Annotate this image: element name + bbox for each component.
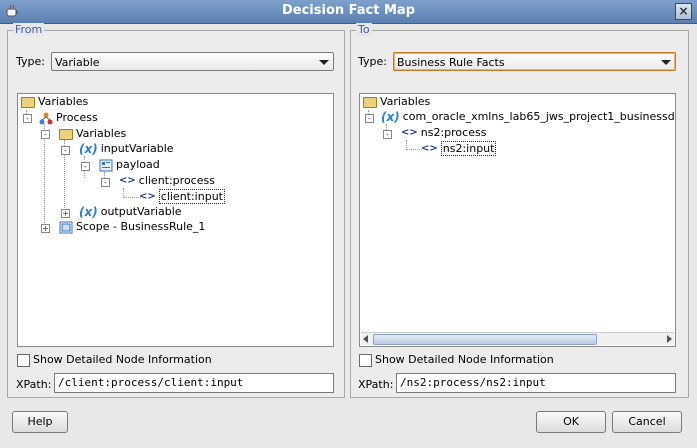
tree-node-process[interactable]: Process: [39, 111, 98, 125]
checkbox-box[interactable]: [359, 353, 372, 367]
to-show-detail-checkbox[interactable]: Show Detailed Node Information: [359, 353, 554, 367]
tree-node-client-input[interactable]: <> client:input: [139, 189, 225, 204]
tree-node-client-process[interactable]: <> client:process: [119, 174, 215, 188]
variable-icon: (x): [381, 110, 400, 124]
process-icon: [39, 112, 53, 124]
collapse-toggle[interactable]: -: [101, 178, 110, 187]
help-button[interactable]: Help: [12, 411, 68, 433]
to-panel: To Type: Business Rule Facts Variables -…: [350, 23, 689, 398]
tree-node-variables-child[interactable]: Variables: [59, 127, 126, 141]
collapse-toggle[interactable]: -: [23, 114, 32, 123]
chevron-down-icon[interactable]: [319, 60, 329, 65]
collapse-toggle[interactable]: -: [383, 130, 392, 139]
scrollbar-thumb[interactable]: [373, 334, 597, 345]
to-xpath-field[interactable]: /ns2:process/ns2:input: [396, 373, 676, 393]
to-type-label: Type:: [358, 55, 387, 68]
scroll-left-icon[interactable]: [363, 335, 368, 343]
folder-open-icon: [363, 96, 377, 108]
tree-node-variables[interactable]: Variables: [21, 95, 88, 109]
to-type-select[interactable]: Business Rule Facts: [393, 52, 676, 71]
scroll-right-icon[interactable]: [667, 335, 672, 343]
from-type-value: Variable: [55, 56, 100, 69]
ok-button[interactable]: OK: [536, 411, 606, 433]
tree-node-scope[interactable]: Scope - BusinessRule_1: [59, 220, 205, 234]
to-type-value: Business Rule Facts: [397, 56, 505, 69]
from-show-detail-checkbox[interactable]: Show Detailed Node Information: [17, 353, 212, 367]
tree-node-fact-variable[interactable]: (x) com_oracle_xmlns_lab65_jws_project1_b…: [381, 110, 675, 124]
collapse-toggle[interactable]: -: [41, 130, 50, 139]
scope-icon: [59, 221, 73, 233]
title-bar: Decision Fact Map ×: [0, 0, 697, 24]
chevron-down-icon[interactable]: [661, 60, 671, 65]
to-legend: To: [356, 23, 372, 36]
from-xpath-field[interactable]: /client:process/client:input: [54, 373, 334, 393]
cancel-button[interactable]: Cancel: [612, 411, 682, 433]
from-legend: From: [13, 23, 45, 36]
message-part-icon: [99, 159, 113, 171]
expand-toggle[interactable]: +: [61, 209, 70, 218]
close-icon[interactable]: ×: [675, 3, 692, 20]
from-type-select[interactable]: Variable: [51, 52, 334, 71]
collapse-toggle[interactable]: -: [81, 162, 90, 171]
tree-node-ns2-process[interactable]: <> ns2:process: [401, 126, 486, 140]
from-tree[interactable]: Variables - Process - Variables - (x) inp…: [17, 93, 334, 347]
dialog-title: Decision Fact Map: [281, 3, 416, 18]
element-icon: <>: [421, 143, 438, 154]
collapse-toggle[interactable]: -: [365, 114, 374, 123]
checkbox-box[interactable]: [17, 353, 30, 367]
variable-icon: (x): [79, 142, 98, 156]
expand-toggle[interactable]: +: [41, 224, 50, 233]
collapse-toggle[interactable]: -: [61, 146, 70, 155]
variable-icon: (x): [79, 205, 98, 219]
tree-node-input-variable[interactable]: (x) inputVariable: [79, 142, 174, 156]
tree-node-payload[interactable]: payload: [99, 158, 160, 172]
tree-node-variables[interactable]: Variables: [363, 95, 430, 109]
horizontal-scrollbar[interactable]: [361, 332, 674, 345]
element-icon: <>: [119, 175, 136, 186]
from-xpath-label: XPath:: [16, 378, 52, 391]
folder-open-icon: [59, 128, 73, 140]
from-panel: From Type: Variable Variables - Process …: [7, 23, 345, 398]
element-icon: <>: [139, 191, 156, 202]
tree-node-output-variable[interactable]: (x) outputVariable: [79, 205, 182, 219]
tree-node-ns2-input[interactable]: <> ns2:input: [421, 141, 497, 156]
element-icon: <>: [401, 127, 418, 138]
from-type-label: Type:: [16, 55, 45, 68]
folder-open-icon: [21, 96, 35, 108]
to-tree[interactable]: Variables - (x) com_oracle_xmlns_lab65_jw…: [359, 93, 676, 347]
to-xpath-label: XPath:: [358, 378, 394, 391]
